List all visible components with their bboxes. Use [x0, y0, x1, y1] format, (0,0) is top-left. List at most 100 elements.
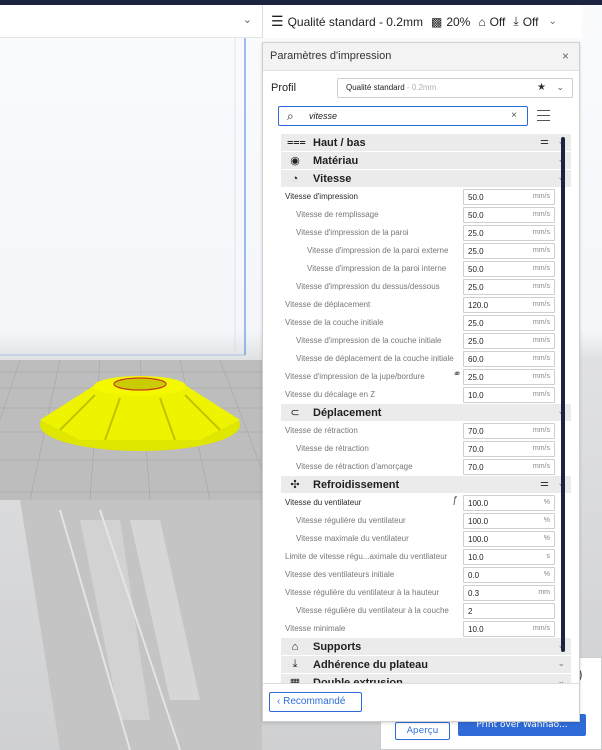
chevron-down-icon[interactable]: ⌄ — [557, 658, 565, 669]
setting-row: Vitesse de rétraction d'amorçage 70.0 mm/s — [281, 458, 571, 476]
sliders-icon[interactable]: ⚌ — [540, 478, 549, 489]
profile-select[interactable]: Qualité standard - 0.2mm ★ ⌄ — [337, 78, 573, 98]
adhesion-label: Off — [522, 14, 539, 29]
setting-value: 100.0 — [468, 535, 489, 544]
preview-button[interactable]: Aperçu — [395, 722, 450, 740]
recommended-button[interactable]: ‹ Recommandé — [269, 692, 362, 712]
setting-input[interactable]: 10.0 mm/s — [463, 621, 555, 637]
clear-icon[interactable]: × — [511, 110, 517, 121]
setting-input[interactable]: 70.0 mm/s — [463, 423, 555, 439]
setting-input[interactable]: 70.0 mm/s — [463, 441, 555, 457]
quality-summary[interactable]: ☰ Qualité standard - 0.2mm — [271, 13, 423, 30]
category-name: Adhérence du plateau — [313, 658, 428, 671]
print-settings-summary[interactable]: ☰ Qualité standard - 0.2mm ▩ 20% ⌂ Off ⤓… — [262, 5, 582, 38]
setting-input[interactable]: 2 — [463, 603, 555, 619]
setting-row: Vitesse de déplacement de la couche init… — [281, 350, 571, 368]
setting-label: Vitesse de la couche initiale — [285, 318, 384, 327]
setting-input[interactable]: 100.0% — [463, 495, 555, 511]
setting-input[interactable]: 50.0 mm/s — [463, 189, 555, 205]
setting-row: Vitesse de rétraction 70.0 mm/s — [281, 422, 571, 440]
setting-unit: mm/s — [532, 337, 550, 344]
setting-row: Vitesse régulière du ventilateur à la ha… — [281, 584, 571, 602]
setting-input[interactable]: 10.0 mm/s — [463, 387, 555, 403]
setting-input[interactable]: 25.0 mm/s — [463, 225, 555, 241]
function-icon[interactable]: ƒ — [452, 495, 458, 506]
support-label: Off — [489, 14, 506, 29]
setting-input[interactable]: 25.0 mm/s — [463, 315, 555, 331]
setting-unit: mm/s — [532, 427, 550, 434]
sliders-icon[interactable]: ⚌ — [540, 136, 549, 147]
setting-label: Vitesse d'impression de la paroi interne — [307, 264, 447, 273]
speed-icon: ◔ — [291, 172, 299, 185]
setting-input[interactable]: 0.3 mm — [463, 585, 555, 601]
setting-input[interactable]: 50.0 mm/s — [463, 207, 555, 223]
profile-value: Qualité standard — [346, 83, 405, 92]
material-icon: ◉ — [290, 155, 300, 167]
setting-input[interactable]: 70.0 mm/s — [463, 459, 555, 475]
setting-value: 25.0 — [468, 373, 484, 382]
setting-value: 25.0 — [468, 229, 484, 238]
setting-unit: % — [543, 535, 550, 542]
setting-unit: mm/s — [532, 193, 550, 200]
setting-value: 100.0 — [468, 499, 489, 508]
setting-row: Vitesse de la couche initiale 25.0 mm/s — [281, 314, 571, 332]
setting-input[interactable]: 100.0% — [463, 531, 555, 547]
search-row: ⌕ vitesse × — [278, 106, 568, 128]
infill-icon: ▩ — [430, 14, 443, 29]
setting-value: 100.0 — [468, 517, 489, 526]
setting-row: Vitesse des ventilateurs initiale 0.0% — [281, 566, 571, 584]
link-icon[interactable]: ⚭ — [452, 369, 460, 380]
close-icon[interactable]: × — [562, 49, 569, 63]
setting-unit: mm/s — [532, 265, 550, 272]
category-header[interactable]: ⩶Haut / bas⚌⌄ — [281, 134, 571, 152]
quality-label: Qualité standard - 0.2mm — [287, 14, 423, 29]
chevron-down-icon[interactable]: ⌄ — [549, 16, 557, 27]
category-header[interactable]: ◔Vitesse⌄ — [281, 170, 571, 188]
menu-icon[interactable] — [537, 110, 550, 125]
recommended-label: Recommandé — [283, 696, 346, 707]
chevron-left-icon: ‹ — [277, 696, 281, 707]
setting-label: Vitesse régulière du ventilateur — [296, 516, 406, 525]
setting-label: Vitesse d'impression de la paroi externe — [307, 246, 449, 255]
setting-input[interactable]: 25.0 mm/s — [463, 279, 555, 295]
setting-input[interactable]: 60.0 mm/s — [463, 351, 555, 367]
category-header[interactable]: ⌂Supports⌄ — [281, 638, 571, 656]
category-header[interactable]: ⊂Déplacement⌄ — [281, 404, 571, 422]
category-header[interactable]: ✣Refroidissement⚌⌄ — [281, 476, 571, 494]
setting-unit: mm/s — [532, 391, 550, 398]
infill-summary[interactable]: ▩ 20% — [431, 15, 470, 29]
setting-value: 60.0 — [468, 355, 484, 364]
setting-row: Vitesse régulière du ventilateur à la co… — [281, 602, 571, 620]
setting-input[interactable]: 25.0 mm/s — [463, 243, 555, 259]
setting-label: Vitesse de remplissage — [296, 210, 379, 219]
view-dropdown[interactable]: ⌄ — [0, 5, 262, 38]
setting-row: Vitesse du décalage en Z 10.0 mm/s — [281, 386, 571, 404]
setting-input[interactable]: 100.0% — [463, 513, 555, 529]
setting-unit: mm/s — [532, 229, 550, 236]
setting-row: Limite de vitesse régu...aximale du vent… — [281, 548, 571, 566]
setting-label: Vitesse du décalage en Z — [285, 390, 376, 399]
setting-input[interactable]: 25.0 mm/s — [463, 369, 555, 385]
profile-label: Profil — [271, 82, 297, 94]
travel-icon: ⊂ — [290, 407, 300, 419]
setting-label: Limite de vitesse régu...aximale du vent… — [285, 552, 448, 561]
setting-input[interactable]: 25.0 mm/s — [463, 333, 555, 349]
scrollbar[interactable] — [561, 137, 565, 652]
star-icon[interactable]: ★ — [537, 82, 546, 93]
search-input[interactable]: ⌕ vitesse × — [278, 106, 528, 126]
print-settings-panel: Paramètres d'impression × Profil Qualité… — [262, 42, 580, 722]
adhesion-summary[interactable]: ⤓ Off — [513, 14, 538, 29]
setting-label: Vitesse des ventilateurs initiale — [285, 570, 395, 579]
support-summary[interactable]: ⌂ Off — [478, 15, 505, 29]
setting-row: Vitesse du ventilateur ƒ 100.0% — [281, 494, 571, 512]
top-bottom-icon: ⩶ — [287, 136, 306, 148]
setting-input[interactable]: 10.0 s — [463, 549, 555, 565]
setting-input[interactable]: 0.0% — [463, 567, 555, 583]
category-header[interactable]: ◉Matériau⌄ — [281, 152, 571, 170]
setting-input[interactable]: 120.0 mm/s — [463, 297, 555, 313]
settings-list[interactable]: ⩶Haut / bas⚌⌄◉Matériau⌄◔Vitesse⌄ Vitesse … — [281, 134, 571, 684]
category-header[interactable]: ⤓ Adhérence du plateau ⌄ — [281, 656, 571, 674]
setting-input[interactable]: 50.0 mm/s — [463, 261, 555, 277]
setting-unit: mm/s — [532, 625, 550, 632]
setting-row: Vitesse maximale du ventilateur 100.0% — [281, 530, 571, 548]
